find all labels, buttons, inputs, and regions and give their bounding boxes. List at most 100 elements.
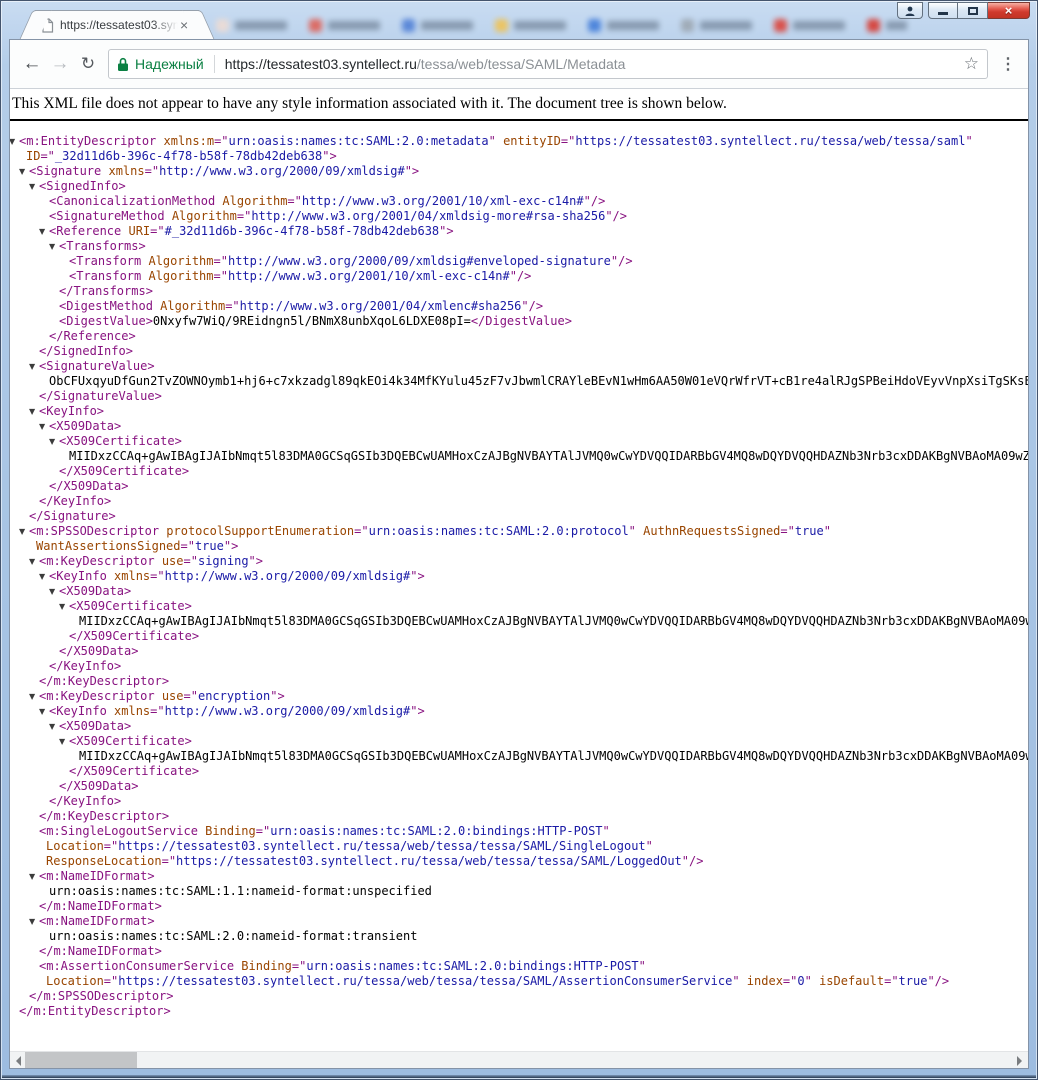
collapse-arrow-icon[interactable]: ▼ <box>49 584 59 599</box>
xml-attribute-name: Algorithm <box>148 269 213 283</box>
collapse-arrow-icon[interactable]: ▼ <box>19 524 29 539</box>
xml-attribute-name: Algorithm <box>148 254 213 268</box>
xml-line: </SignatureValue> <box>10 389 1028 404</box>
collapse-arrow-icon[interactable]: ▼ <box>29 689 39 704</box>
browser-menu-icon[interactable]: ⋮ <box>996 54 1020 74</box>
tab-active[interactable]: https://tessatest03.syntel × <box>35 10 199 39</box>
background-tab-favicon-icon <box>588 19 601 32</box>
background-tab-favicon-icon <box>867 19 880 32</box>
xml-text: MIIDxzCCAq+gAwIBAgIJAIbNmqt5l83DMA0GCSqG… <box>79 614 1028 628</box>
xml-line: ▼<m:NameIDFormat> <box>10 914 1028 929</box>
bookmark-star-icon[interactable]: ☆ <box>964 54 979 74</box>
xml-attribute-value: http://www.w3.org/2000/09/xmldsig# <box>165 704 411 718</box>
collapse-arrow-icon[interactable]: ▼ <box>59 599 69 614</box>
collapse-arrow-icon[interactable]: ▼ <box>29 404 39 419</box>
collapse-arrow-icon[interactable]: ▼ <box>49 239 59 254</box>
xml-attribute-value: true <box>795 524 824 538</box>
xml-tag: " <box>732 974 746 988</box>
url-path: /tessa/web/tessa/SAML/Metadata <box>417 56 626 72</box>
xml-tag: =" <box>237 209 251 223</box>
background-tab[interactable] <box>867 19 907 32</box>
reload-icon: ↻ <box>81 54 95 74</box>
xml-tag: =" <box>184 689 198 703</box>
xml-tag: <X509Certificate> <box>59 434 182 448</box>
xml-line: </m:EntityDescriptor> <box>10 1004 1028 1019</box>
xml-line: <Transform Algorithm="http://www.w3.org/… <box>10 269 1028 284</box>
xml-attribute-value: https://tessatest03.syntellect.ru/tessa/… <box>118 974 732 988</box>
collapse-arrow-icon[interactable]: ▼ <box>39 224 49 239</box>
xml-line: </m:SPSSODescriptor> <box>10 989 1028 1004</box>
xml-tag: "/> <box>510 269 532 283</box>
secure-lock-icon <box>117 57 129 72</box>
xml-tag: =" <box>287 194 301 208</box>
collapse-arrow-icon[interactable]: ▼ <box>29 869 39 884</box>
collapse-arrow-icon[interactable]: ▼ <box>59 734 69 749</box>
url-text[interactable]: https://tessatest03.syntellect.ru/tessa/… <box>225 56 958 72</box>
collapse-arrow-icon[interactable]: ▼ <box>19 164 29 179</box>
xml-line: ObCFUxqyuDfGun2TvZOWNOymb1+hj6+c7xkzadgl… <box>10 374 1028 389</box>
xml-tag: "> <box>410 569 424 583</box>
background-tab[interactable] <box>309 19 380 32</box>
xml-line: MIIDxzCCAq+gAwIBAgIJAIbNmqt5l83DMA0GCSqG… <box>10 449 1028 464</box>
xml-tag: =" <box>354 524 368 538</box>
background-tabs-blurred[interactable] <box>216 11 907 39</box>
background-tab-favicon-icon <box>681 19 694 32</box>
xml-line: Location="https://tessatest03.syntellect… <box>10 974 1028 989</box>
collapse-arrow-icon[interactable]: ▼ <box>49 434 59 449</box>
xml-tag: =" <box>150 569 164 583</box>
xml-line: ▼<m:KeyDescriptor use="signing"> <box>10 554 1028 569</box>
xml-tag: </X509Data> <box>59 779 138 793</box>
xml-tag: "/> <box>584 194 606 208</box>
xml-tag: <KeyInfo <box>49 569 114 583</box>
xml-line: WantAssertionsSigned="true"> <box>10 539 1028 554</box>
xml-tag: <DigestMethod <box>59 299 160 313</box>
xml-line: <m:SingleLogoutService Binding="urn:oasi… <box>10 824 1028 839</box>
xml-tag: =" <box>150 224 164 238</box>
xml-attribute-name: entityID <box>503 134 561 148</box>
address-bar[interactable]: Надежный https://tessatest03.syntellect.… <box>108 49 988 79</box>
collapse-arrow-icon[interactable]: ▼ <box>29 359 39 374</box>
xml-tag: "/> <box>611 254 633 268</box>
collapse-arrow-icon[interactable]: ▼ <box>39 569 49 584</box>
collapse-arrow-icon[interactable]: ▼ <box>29 914 39 929</box>
xml-tag: =" <box>256 824 270 838</box>
collapse-arrow-icon[interactable]: ▼ <box>29 179 39 194</box>
xml-tag: " <box>629 524 643 538</box>
background-tab[interactable] <box>216 19 287 32</box>
xml-attribute-name: Algorithm <box>172 209 237 223</box>
xml-line: </X509Certificate> <box>10 764 1028 779</box>
collapse-arrow-icon[interactable]: ▼ <box>39 419 49 434</box>
background-tab[interactable] <box>402 19 473 32</box>
xml-attribute-value: _32d11d6b-396c-4f78-b58f-78db42deb638 <box>55 149 322 163</box>
horizontal-scrollbar[interactable] <box>10 1051 1028 1068</box>
tab-close-icon[interactable]: × <box>180 18 188 32</box>
xml-attribute-name: index <box>747 974 783 988</box>
background-tab[interactable] <box>588 19 659 32</box>
background-tab[interactable] <box>681 19 752 32</box>
background-tab-favicon-icon <box>774 19 787 32</box>
xml-line: </X509Data> <box>10 644 1028 659</box>
background-tab[interactable] <box>495 19 566 32</box>
xml-tag: " <box>489 134 503 148</box>
xml-tag: </X509Certificate> <box>69 629 199 643</box>
xml-attribute-value: signing <box>198 554 249 568</box>
background-tab-title <box>421 21 473 30</box>
security-status-label[interactable]: Надежный <box>135 56 204 72</box>
xml-text: ObCFUxqyuDfGun2TvZOWNOymb1+hj6+c7xkzadgl… <box>49 374 1028 388</box>
collapse-arrow-icon[interactable]: ▼ <box>39 704 49 719</box>
xml-tag: </Signature> <box>29 509 116 523</box>
collapse-arrow-icon[interactable]: ▼ <box>49 719 59 734</box>
reload-button[interactable]: ↻ <box>74 50 102 78</box>
horizontal-scrollbar-thumb[interactable] <box>25 1052 137 1068</box>
collapse-arrow-icon[interactable]: ▼ <box>29 554 39 569</box>
xml-line: ▼<KeyInfo xmlns="http://www.w3.org/2000/… <box>10 569 1028 584</box>
collapse-arrow-icon[interactable]: ▼ <box>10 134 19 149</box>
scroll-right-button[interactable] <box>1011 1052 1028 1068</box>
back-button[interactable]: ← <box>18 50 46 78</box>
background-tab[interactable] <box>774 19 845 32</box>
xml-attribute-name: isDefault <box>819 974 884 988</box>
xml-tag: </m:SPSSODescriptor> <box>29 989 174 1003</box>
forward-button[interactable]: → <box>46 50 74 78</box>
window-bottom-edge <box>2 1075 1036 1078</box>
xml-attribute-value: #_32d11d6b-396c-4f78-b58f-78db42deb638 <box>165 224 440 238</box>
